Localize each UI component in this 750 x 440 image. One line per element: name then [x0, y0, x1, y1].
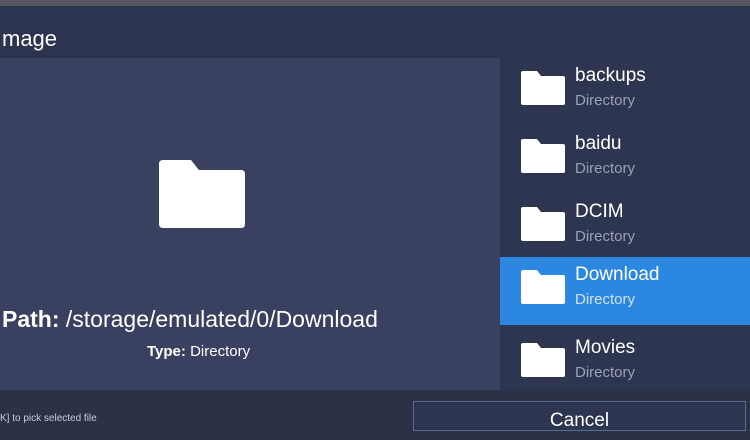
- file-type: Directory: [575, 160, 636, 177]
- folder-icon: [159, 160, 245, 228]
- file-name: backups: [575, 65, 646, 86]
- file-item-download[interactable]: Download Directory: [500, 257, 750, 325]
- path-value: /storage/emulated/0/Download: [65, 306, 378, 332]
- type-value: Directory: [190, 343, 251, 360]
- folder-icon: [521, 343, 565, 377]
- file-name: Movies: [575, 337, 636, 358]
- file-item-movies[interactable]: Movies Directory: [500, 330, 750, 398]
- path-info: Path: /storage/emulated/0/Download: [2, 306, 378, 333]
- file-type: Directory: [575, 92, 636, 109]
- file-list: backups Directory baidu Directory DCIM D…: [500, 58, 750, 390]
- file-name: Download: [575, 264, 660, 285]
- folder-icon: [521, 139, 565, 173]
- file-type: Directory: [575, 291, 636, 308]
- dialog-header: mage: [0, 6, 750, 58]
- type-label: Type:: [147, 343, 186, 360]
- file-item-backups[interactable]: backups Directory: [500, 58, 750, 126]
- folder-icon: [521, 270, 565, 304]
- folder-icon: [521, 71, 565, 105]
- preview-panel: Path: /storage/emulated/0/Download Type:…: [0, 58, 500, 390]
- file-item-dcim[interactable]: DCIM Directory: [500, 194, 750, 262]
- file-type: Directory: [575, 364, 636, 381]
- dialog-title: mage: [2, 26, 58, 51]
- file-item-baidu[interactable]: baidu Directory: [500, 126, 750, 194]
- file-type: Directory: [575, 228, 636, 245]
- folder-icon: [521, 207, 565, 241]
- path-label: Path:: [2, 306, 60, 332]
- cancel-button[interactable]: Cancel: [413, 401, 746, 431]
- type-info: Type: Directory: [147, 343, 250, 360]
- footer-hint: K] to pick selected file: [0, 413, 97, 424]
- file-name: DCIM: [575, 201, 624, 222]
- file-name: baidu: [575, 133, 622, 154]
